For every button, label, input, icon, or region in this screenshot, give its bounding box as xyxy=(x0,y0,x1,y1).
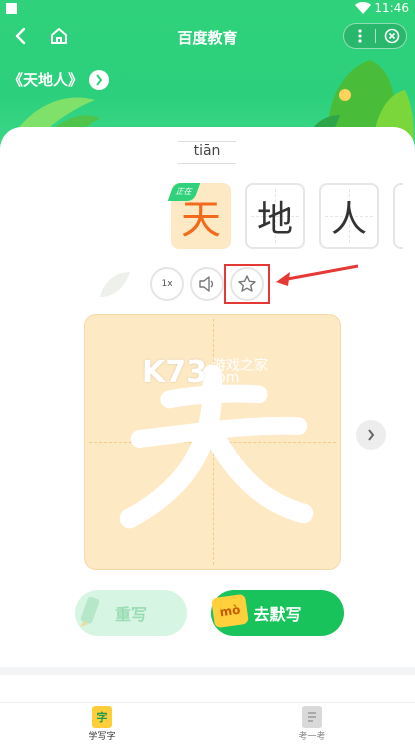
pencil-icon xyxy=(80,596,100,627)
chevron-right-icon xyxy=(368,429,375,441)
character-text: 地 xyxy=(256,199,293,240)
chevron-right-icon xyxy=(89,69,110,90)
lesson-selector[interactable]: 《天地人》 xyxy=(8,69,110,90)
watermark-logo: K73 xyxy=(142,355,207,390)
tab-test-label: 考一考 xyxy=(298,732,326,742)
miniapp-capsule xyxy=(343,23,407,49)
dictation-label: 去默写 xyxy=(253,605,302,624)
writing-board[interactable] xyxy=(84,314,341,570)
capsule-divider xyxy=(375,29,376,43)
next-character-button[interactable] xyxy=(356,420,386,450)
more-button[interactable] xyxy=(344,24,376,48)
rewrite-label: 重写 xyxy=(114,605,147,624)
notification-icon xyxy=(6,3,17,14)
character-stroke-guide xyxy=(119,364,314,529)
exam-icon xyxy=(302,706,322,728)
character-tile-tian[interactable]: 正在 天 xyxy=(167,183,231,249)
pinyin-box: tiān xyxy=(178,140,236,164)
status-bar: 11:46 xyxy=(0,0,415,18)
speed-label: 1x xyxy=(161,279,173,289)
watermark-domain: .com xyxy=(205,370,240,386)
close-button[interactable] xyxy=(377,24,407,48)
navbar: 百度教育 xyxy=(0,20,415,54)
rewrite-button[interactable]: 重写 xyxy=(75,590,187,636)
tab-bar: 字 学写字 考一考 xyxy=(0,702,415,746)
character-tile-partial[interactable] xyxy=(393,183,403,249)
character-tile-di[interactable]: 地 xyxy=(245,183,305,249)
close-circle-icon xyxy=(384,28,400,44)
tab-learn-label: 学写字 xyxy=(88,732,116,742)
learn-icon: 字 xyxy=(92,706,112,728)
leaf-decoration xyxy=(100,272,130,297)
dictation-button[interactable]: mò 去默写 xyxy=(211,590,344,636)
highlight-box xyxy=(224,264,270,304)
annotation-arrow-icon xyxy=(276,264,359,286)
sound-button[interactable] xyxy=(190,267,224,301)
character-tile-ren[interactable]: 人 xyxy=(319,183,379,249)
character-text: 天 xyxy=(181,197,221,243)
speaker-icon xyxy=(199,276,214,292)
divider xyxy=(0,667,415,675)
more-vertical-icon xyxy=(358,29,362,43)
pinyin-text: tiān xyxy=(193,143,221,159)
character-selector: 正在 天 地 人 xyxy=(167,183,403,253)
speed-button[interactable]: 1x xyxy=(150,267,184,301)
tab-test[interactable]: 考一考 xyxy=(282,706,342,742)
character-text: 人 xyxy=(330,199,367,240)
status-time: 11:46 xyxy=(374,1,409,15)
dictation-badge: mò xyxy=(211,593,249,629)
lesson-title: 《天地人》 xyxy=(8,71,84,89)
content-bottom xyxy=(0,675,415,703)
wifi-icon xyxy=(355,2,371,14)
tab-learn[interactable]: 字 学写字 xyxy=(72,706,132,742)
